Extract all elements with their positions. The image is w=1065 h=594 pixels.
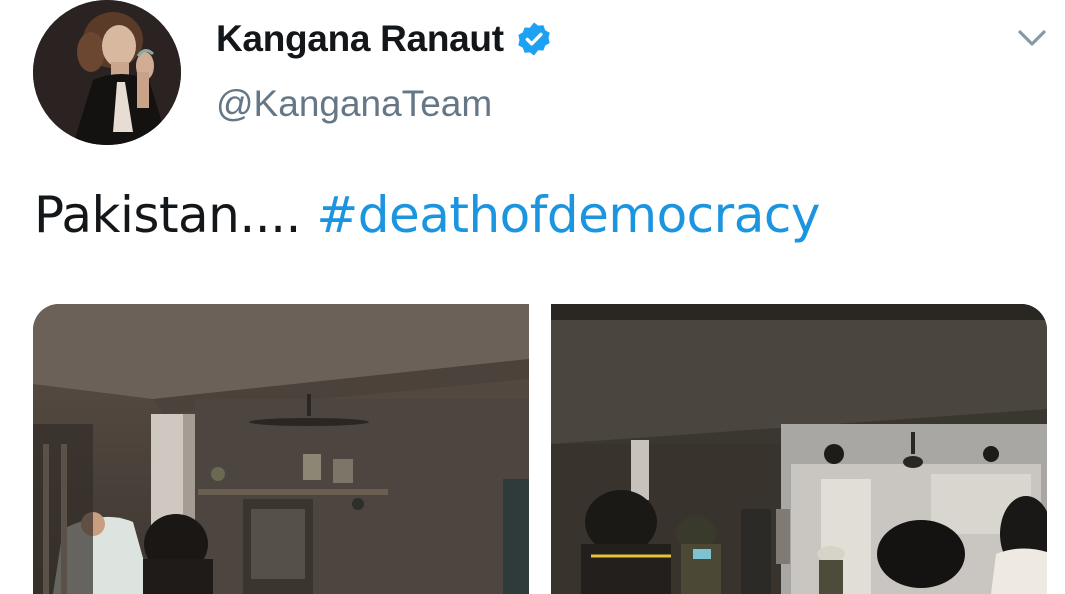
avatar[interactable] (33, 0, 181, 145)
tweet-text: Pakistan.... #deathofdemocracy (34, 186, 820, 244)
display-name[interactable]: Kangana Ranaut (216, 18, 504, 60)
media-image-2[interactable] (551, 304, 1047, 594)
verified-badge-icon (516, 21, 552, 57)
display-name-row: Kangana Ranaut (216, 14, 552, 64)
hashtag-link[interactable]: #deathofdemocracy (316, 186, 820, 244)
tweet-text-plain: Pakistan.... (34, 186, 317, 244)
chevron-down-icon[interactable] (1012, 22, 1052, 54)
user-handle[interactable]: @KanganaTeam (216, 83, 492, 125)
tweet: Kangana Ranaut @KanganaTeam Pakistan....… (0, 0, 1065, 594)
media-image-1[interactable] (33, 304, 529, 594)
